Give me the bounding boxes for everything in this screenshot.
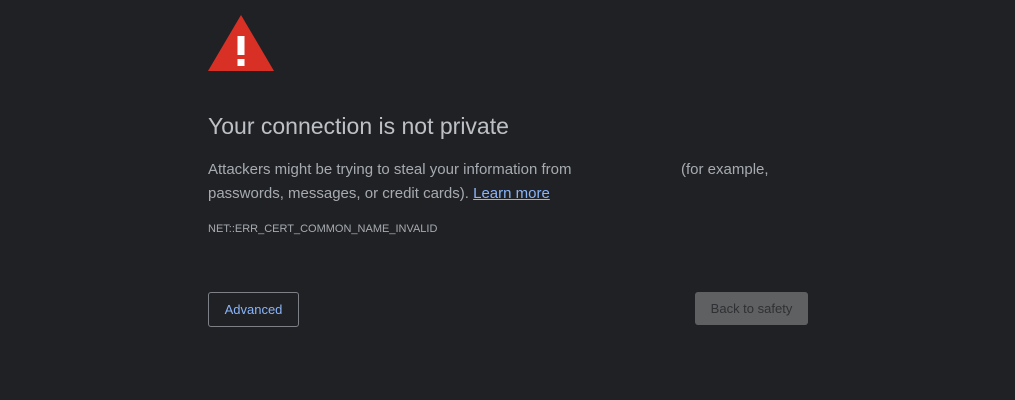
description-line-2-text: passwords, messages, or credit cards). <box>208 185 469 202</box>
page-title: Your connection is not private <box>208 113 509 139</box>
advanced-button[interactable]: Advanced <box>208 292 299 327</box>
description-line-1: Attackers might be trying to steal your … <box>208 161 572 178</box>
error-code: NET::ERR_CERT_COMMON_NAME_INVALID <box>208 223 438 235</box>
interstitial-page: Your connection is not private Attackers… <box>0 0 1015 400</box>
back-to-safety-button[interactable]: Back to safety <box>695 292 808 325</box>
warning-triangle-icon <box>208 15 274 71</box>
description-example: (for example, <box>681 161 769 178</box>
learn-more-link[interactable]: Learn more <box>473 185 550 202</box>
description-line-2: passwords, messages, or credit cards). L… <box>208 185 550 202</box>
